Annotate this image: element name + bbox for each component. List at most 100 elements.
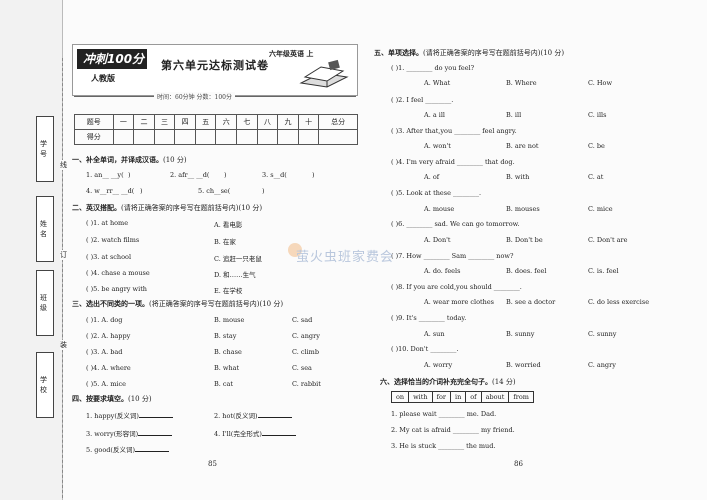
- s5-q7-a: A. do. feels: [424, 267, 461, 275]
- score-input-cell[interactable]: [277, 129, 299, 145]
- score-input-cell[interactable]: [133, 129, 155, 145]
- s5-q4-b: B. with: [506, 173, 530, 181]
- s5-q8[interactable]: ( )8. If you are cold,you should _______…: [391, 283, 522, 291]
- score-input-cell[interactable]: [236, 129, 258, 145]
- score-cell: 十: [297, 114, 320, 130]
- s2-option-a: A. 看电影: [214, 221, 243, 229]
- s1-item-2-close: ): [224, 171, 227, 179]
- school-box[interactable]: 学校: [36, 352, 54, 418]
- s2-item-4[interactable]: ( )4. chase a mouse: [86, 269, 150, 277]
- s5-q3[interactable]: ( )3. After that,you ________ feel angry…: [391, 127, 517, 135]
- s6-item-3[interactable]: 3. He is stuck ________ the mud.: [391, 442, 495, 450]
- s3-q1-c: C. sad: [292, 316, 313, 324]
- word-bank-item: on: [392, 392, 410, 402]
- s2-item-1[interactable]: ( )1. at home: [86, 219, 128, 227]
- name-box[interactable]: 姓名: [36, 196, 54, 262]
- s5-q10[interactable]: ( )10. Don't ________.: [391, 345, 458, 353]
- s5-q7[interactable]: ( )7. How ________ Sam ________ now?: [391, 252, 513, 260]
- exam-title: 第六单元达标测试卷: [161, 59, 269, 72]
- word-bank-item: of: [466, 392, 482, 402]
- s4-item-3[interactable]: 3. worry(形容词): [86, 428, 173, 438]
- score-input-cell[interactable]: [112, 129, 135, 145]
- s5-q5[interactable]: ( )5. Look at these ________.: [391, 189, 481, 197]
- class-box[interactable]: 班级: [36, 270, 54, 336]
- section-5-title: 五、单项选择。(请将正确答案的序号写在题前括号内)(10 分): [374, 48, 565, 57]
- s3-q3-a[interactable]: ( )3. A. bad: [86, 348, 122, 356]
- s5-q3-b: B. are not: [506, 142, 539, 150]
- s2-item-2[interactable]: ( )2. watch films: [86, 236, 139, 244]
- s4-item-4[interactable]: 4. I'll(完全形式): [214, 428, 296, 438]
- word-bank-item: in: [451, 392, 467, 402]
- score-cell: 五: [194, 114, 217, 130]
- s5-q9-b: B. sunny: [506, 330, 535, 338]
- time-score-line: 时间：60分钟 分数：100分: [74, 92, 356, 101]
- binding-dashed-line: [62, 58, 63, 498]
- score-input-cell[interactable]: [318, 129, 358, 145]
- score-input-cell[interactable]: [174, 129, 196, 145]
- s4-item-5[interactable]: 5. good(反义词): [86, 444, 169, 454]
- score-cell: 题号: [74, 114, 114, 130]
- s5-q2[interactable]: ( )2. I feel ________.: [391, 96, 453, 104]
- right-page-number: 86: [514, 460, 523, 468]
- score-input-cell[interactable]: [297, 129, 320, 145]
- s1-item-3[interactable]: 3. s__d(: [262, 171, 287, 179]
- cut-mark-3: 装: [60, 340, 67, 350]
- s6-item-2[interactable]: 2. My cat is afraid ________ my friend.: [391, 426, 515, 434]
- s2-item-3[interactable]: ( )3. at school: [86, 253, 131, 261]
- left-page-number: 85: [208, 460, 217, 468]
- score-cell: 七: [236, 114, 258, 130]
- exam-header: 冲刺100分 人教版 第六单元达标测试卷 六年级英语 上: [72, 44, 358, 96]
- score-input-cell[interactable]: [256, 129, 279, 145]
- s2-option-c: C. 追赶一只老鼠: [214, 255, 262, 263]
- s1-item-1-close: ): [128, 171, 131, 179]
- s5-q1-b: B. Where: [506, 79, 537, 87]
- s3-q3-c: C. climb: [292, 348, 319, 356]
- s2-option-d: D. 和……生气: [214, 271, 256, 279]
- s1-item-1[interactable]: 1. an__ __y(: [86, 171, 124, 179]
- score-input-cell[interactable]: [194, 129, 217, 145]
- student-id-box[interactable]: 学号: [36, 116, 54, 182]
- score-input-cell[interactable]: [215, 129, 238, 145]
- s3-q1-a[interactable]: ( )1. A. dog: [86, 316, 122, 324]
- s3-q2-a[interactable]: ( )2. A. happy: [86, 332, 130, 340]
- word-bank-item: for: [433, 392, 451, 402]
- s4-item-1[interactable]: 1. happy(反义词): [86, 410, 173, 420]
- s3-q2-b: B. stay: [214, 332, 237, 340]
- s3-q1-b: B. mouse: [214, 316, 245, 324]
- section-6-title: 六、选择恰当的介词补充完全句子。(14 分): [380, 377, 516, 386]
- section-3-title: 三、选出不同类的一项。(将正确答案的序号写在题前括号内)(10 分): [72, 299, 284, 308]
- s5-q10-b: B. worried: [506, 361, 541, 369]
- s1-item-4[interactable]: 4. w__rr__ __d(: [86, 187, 134, 195]
- s5-q5-a: A. mouse: [424, 205, 455, 213]
- s3-q3-b: B. chase: [214, 348, 242, 356]
- s5-q9[interactable]: ( )9. It's ________ today.: [391, 314, 466, 322]
- s5-q7-b: B. does. feel: [506, 267, 547, 275]
- score-table-score-row: 得分: [74, 129, 358, 145]
- s3-q5-c: C. rabbit: [292, 380, 321, 388]
- s3-q5-b: B. cat: [214, 380, 234, 388]
- s1-item-5[interactable]: 5. ch__se(: [198, 187, 230, 195]
- time-score-text: 时间：60分钟 分数：100分: [154, 92, 235, 101]
- s5-q6-a: A. Don't: [424, 236, 451, 244]
- s5-q2-a: A. a ill: [424, 111, 446, 119]
- s1-item-4-close: ): [140, 187, 143, 195]
- s5-q9-c: C. sunny: [588, 330, 617, 338]
- section-2-title: 二、英汉搭配。(请将正确答案的序号写在题前括号内)(10 分): [72, 203, 263, 212]
- score-input-cell[interactable]: [153, 129, 176, 145]
- s2-item-5[interactable]: ( )5. be angry with: [86, 285, 147, 293]
- s5-q4-a: A. of: [424, 173, 440, 181]
- s5-q6[interactable]: ( )6. ________ sad. We can go tomorrow.: [391, 220, 520, 228]
- score-cell: 四: [174, 114, 196, 130]
- s3-q5-a[interactable]: ( )5. A. mice: [86, 380, 126, 388]
- s5-q1[interactable]: ( )1. ________ do you feel?: [391, 64, 474, 72]
- s5-q5-b: B. mouses: [506, 205, 540, 213]
- s1-item-2[interactable]: 2. afr__ __d(: [170, 171, 209, 179]
- score-cell: 总分: [318, 114, 358, 130]
- s3-q2-c: C. angry: [292, 332, 320, 340]
- s5-q4[interactable]: ( )4. I'm very afraid ________ that dog.: [391, 158, 515, 166]
- s4-item-2[interactable]: 2. hot(反义词): [214, 410, 292, 420]
- s6-item-1[interactable]: 1. please wait ________ me. Dad.: [391, 410, 496, 418]
- s3-q4-a[interactable]: ( )4. A. where: [86, 364, 131, 372]
- s5-q3-c: C. be: [588, 142, 605, 150]
- s3-q4-b: B. what: [214, 364, 240, 372]
